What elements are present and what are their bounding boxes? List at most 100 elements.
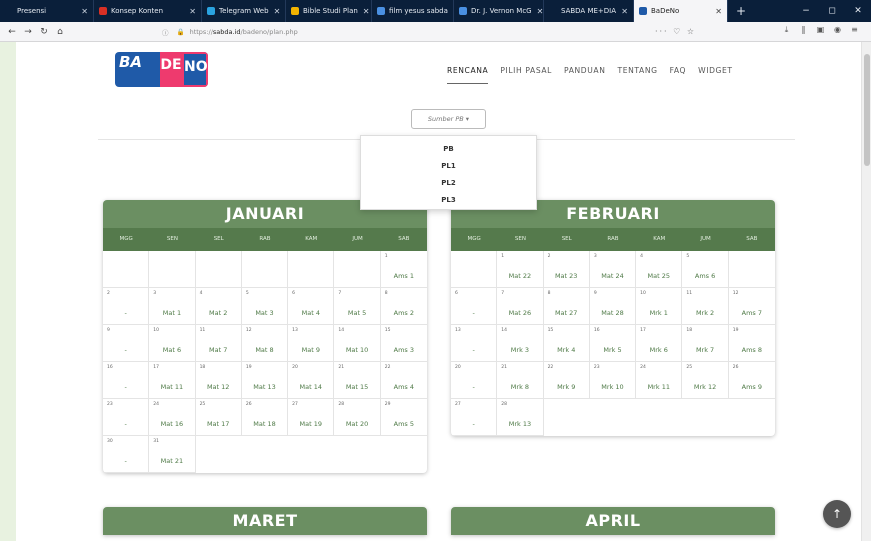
calendar-day-cell[interactable]: 4 Mat 2: [195, 288, 242, 325]
reading-label[interactable]: Mat 21: [149, 457, 194, 465]
menu-widget[interactable]: WIDGET: [698, 66, 733, 84]
close-tab-icon[interactable]: ✕: [269, 7, 281, 16]
option-pl2[interactable]: PL2: [361, 175, 536, 192]
close-tab-icon[interactable]: ✕: [358, 7, 370, 16]
calendar-day-cell[interactable]: 8 Ams 2: [380, 288, 427, 325]
reading-label[interactable]: Ams 5: [381, 420, 427, 428]
calendar-day-cell[interactable]: 5 Ams 6: [682, 251, 729, 288]
calendar-day-cell[interactable]: 8 Mat 27: [543, 288, 590, 325]
minimize-button[interactable]: −: [793, 6, 819, 16]
close-tab-icon[interactable]: ✕: [76, 7, 88, 16]
calendar-day-cell[interactable]: 11 Mrk 2: [682, 288, 729, 325]
calendar-day-cell[interactable]: 13 Mat 9: [288, 325, 335, 362]
reading-label[interactable]: Ams 9: [729, 383, 775, 391]
calendar-day-cell[interactable]: 21 Mat 15: [334, 362, 381, 399]
maximize-button[interactable]: ◻: [819, 6, 845, 16]
reading-label[interactable]: Mat 16: [149, 420, 194, 428]
extension-icon[interactable]: ◉: [829, 25, 846, 35]
reading-label[interactable]: Mrk 7: [682, 346, 727, 354]
badeno-logo[interactable]: BA DE NO: [115, 52, 208, 87]
calendar-day-cell[interactable]: 27 Mat 19: [288, 399, 335, 436]
reading-label[interactable]: Mat 24: [590, 272, 635, 280]
reading-label[interactable]: Mat 18: [242, 420, 287, 428]
calendar-day-cell[interactable]: 20 -: [451, 362, 498, 399]
close-window-button[interactable]: ✕: [845, 6, 871, 16]
browser-tab[interactable]: Presensi ✕: [0, 0, 94, 22]
calendar-day-cell[interactable]: 7 Mat 26: [497, 288, 544, 325]
reading-label[interactable]: Mrk 1: [636, 309, 681, 317]
reading-label[interactable]: Mat 19: [288, 420, 333, 428]
calendar-day-cell[interactable]: 16 Mrk 5: [589, 325, 637, 362]
reading-label[interactable]: Ams 2: [381, 309, 427, 317]
calendar-day-cell[interactable]: 1 Ams 1: [380, 251, 427, 288]
browser-tab[interactable]: Bible Studi Plan ✕: [286, 0, 372, 22]
reading-label[interactable]: Mat 5: [334, 309, 379, 317]
calendar-day-cell[interactable]: 14 Mat 10: [334, 325, 381, 362]
calendar-day-cell[interactable]: 3 Mat 1: [149, 288, 196, 325]
reading-label[interactable]: Mrk 12: [682, 383, 727, 391]
calendar-day-cell[interactable]: 4 Mat 25: [636, 251, 683, 288]
reading-label[interactable]: Mat 12: [196, 383, 241, 391]
reading-label[interactable]: Ams 1: [381, 272, 427, 280]
browser-tab[interactable]: Dr. J. Vernon McG ✕: [454, 0, 544, 22]
calendar-day-cell[interactable]: 25 Mat 17: [195, 399, 242, 436]
reading-label[interactable]: Ams 7: [729, 309, 775, 317]
calendar-day-cell[interactable]: 28 Mrk 13: [497, 399, 544, 436]
calendar-day-cell[interactable]: 29 Ams 5: [380, 399, 427, 436]
new-tab-button[interactable]: +: [728, 4, 754, 18]
calendar-day-cell[interactable]: 11 Mat 7: [195, 325, 242, 362]
option-pb[interactable]: PB: [361, 141, 536, 158]
reload-button[interactable]: ↻: [36, 27, 52, 37]
menu-pilih-pasal[interactable]: PILIH PASAL: [500, 66, 552, 84]
calendar-day-cell[interactable]: 25 Mrk 12: [682, 362, 729, 399]
menu-faq[interactable]: FAQ: [670, 66, 687, 84]
page-actions[interactable]: ··· ♡ ☆: [655, 27, 702, 36]
calendar-day-cell[interactable]: 7 Mat 5: [334, 288, 381, 325]
menu-icon[interactable]: ≡: [846, 25, 863, 35]
browser-tab[interactable]: Telegram Web ✕: [202, 0, 286, 22]
calendar-day-cell[interactable]: 1 Mat 22: [497, 251, 544, 288]
calendar-day-cell[interactable]: 3 Mat 24: [589, 251, 637, 288]
calendar-day-cell[interactable]: 28 Mat 20: [334, 399, 381, 436]
reading-label[interactable]: Mat 14: [288, 383, 333, 391]
calendar-day-cell[interactable]: 23 -: [103, 399, 150, 436]
calendar-day-cell[interactable]: 9-: [103, 325, 150, 362]
calendar-day-cell[interactable]: 6-: [451, 288, 498, 325]
calendar-day-cell[interactable]: 27 -: [451, 399, 498, 436]
calendar-day-cell[interactable]: 26 Mat 18: [241, 399, 289, 436]
home-button[interactable]: ⌂: [52, 27, 68, 37]
scrollbar-thumb[interactable]: [864, 54, 870, 166]
close-tab-icon[interactable]: ✕: [184, 7, 196, 16]
scrollbar[interactable]: [861, 42, 871, 541]
reading-label[interactable]: Mrk 10: [590, 383, 635, 391]
calendar-day-cell[interactable]: 17 Mrk 6: [636, 325, 683, 362]
close-tab-icon[interactable]: ✕: [532, 7, 543, 16]
reading-label[interactable]: Ams 4: [381, 383, 427, 391]
calendar-day-cell[interactable]: 16 -: [103, 362, 150, 399]
reading-label[interactable]: Mrk 2: [682, 309, 727, 317]
reading-label[interactable]: Mrk 3: [497, 346, 542, 354]
reading-label[interactable]: Ams 3: [381, 346, 427, 354]
calendar-day-cell[interactable]: 19 Mat 13: [241, 362, 289, 399]
menu-rencana[interactable]: RENCANA: [447, 66, 489, 84]
calendar-day-cell[interactable]: 14 Mrk 3: [497, 325, 544, 362]
reading-label[interactable]: Mat 20: [334, 420, 379, 428]
menu-tentang[interactable]: TENTANG: [617, 66, 657, 84]
reading-label[interactable]: Mrk 6: [636, 346, 681, 354]
calendar-day-cell[interactable]: 26 Ams 9: [728, 362, 775, 399]
reading-label[interactable]: Mrk 9: [544, 383, 589, 391]
reading-label[interactable]: Mrk 4: [544, 346, 589, 354]
option-pl1[interactable]: PL1: [361, 158, 536, 175]
back-button[interactable]: ←: [4, 27, 20, 37]
reading-label[interactable]: Mat 2: [196, 309, 241, 317]
calendar-day-cell[interactable]: 15 Ams 3: [380, 325, 427, 362]
reading-label[interactable]: Mrk 8: [497, 383, 542, 391]
sumber-dropdown[interactable]: Sumber PB ▾: [411, 109, 486, 129]
calendar-day-cell[interactable]: 2-: [103, 288, 150, 325]
reading-label[interactable]: Mrk 13: [497, 420, 542, 428]
sidebar-icon[interactable]: ▣: [812, 25, 829, 35]
calendar-day-cell[interactable]: 18 Mat 12: [195, 362, 242, 399]
menu-panduan[interactable]: PANDUAN: [564, 66, 605, 84]
calendar-day-cell[interactable]: 24 Mat 16: [149, 399, 196, 436]
calendar-day-cell[interactable]: 13 -: [451, 325, 498, 362]
